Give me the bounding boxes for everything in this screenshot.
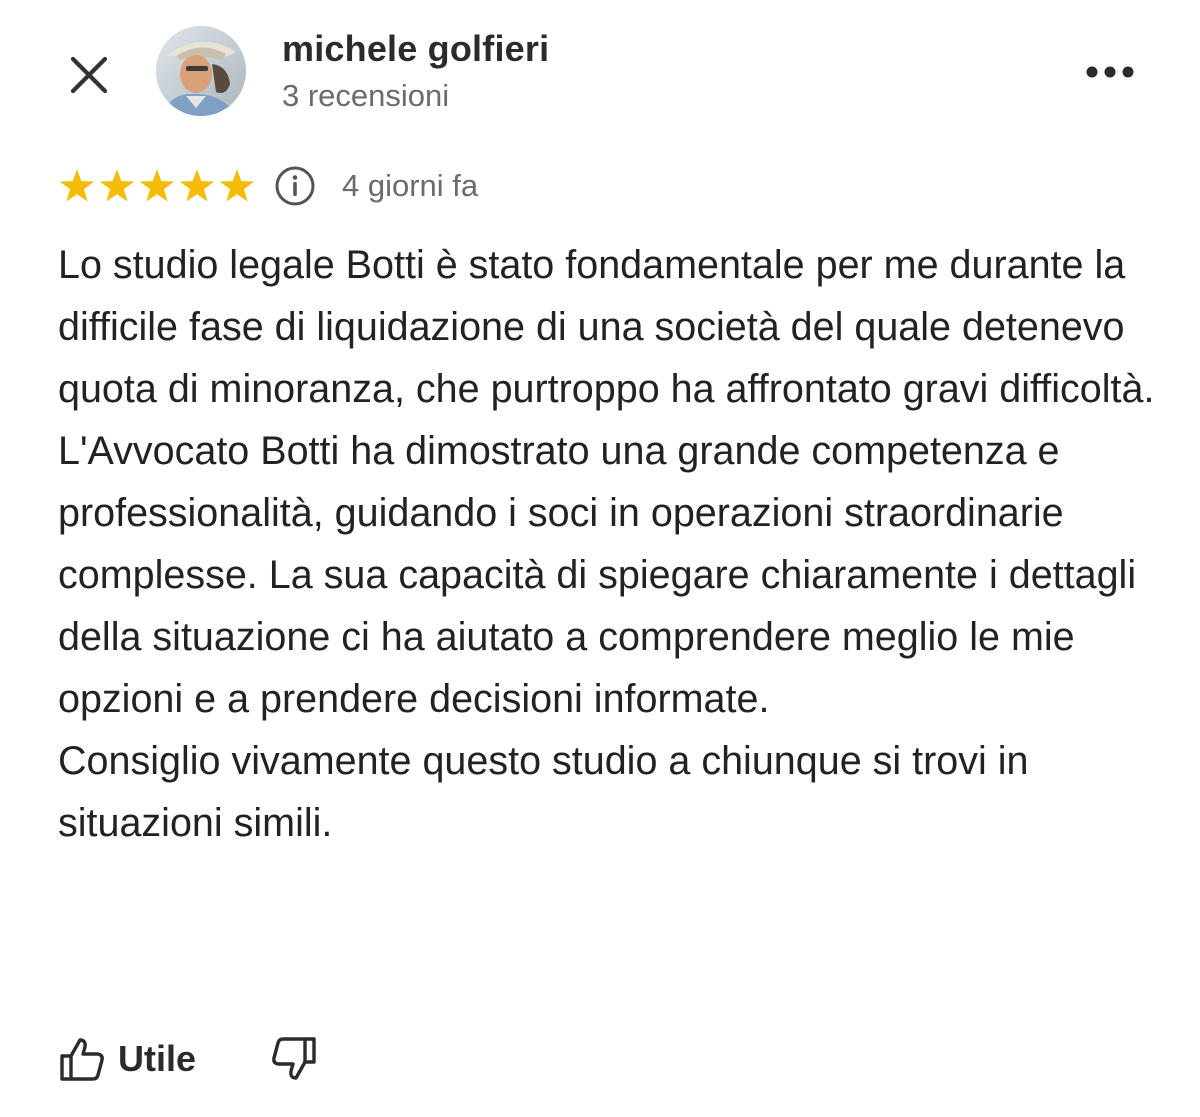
thumbs-up-icon (60, 1038, 104, 1081)
star-shape (99, 169, 135, 202)
review-paragraph: Lo studio legale Botti è stato fondament… (58, 243, 1155, 411)
star-icon (139, 169, 175, 202)
star-icon (99, 169, 135, 202)
info-icon (275, 166, 315, 206)
star-icon (59, 169, 95, 202)
more-horizontal-icon (1086, 66, 1134, 78)
star-shape (179, 169, 215, 202)
not-helpful-button[interactable] (270, 1035, 318, 1083)
star-icon (219, 169, 255, 202)
review-paragraph: L'Avvocato Botti ha dimostrato una grand… (58, 429, 1137, 721)
author-name[interactable]: michele golfieri (282, 28, 549, 70)
helpful-button[interactable]: Utile (58, 1035, 196, 1083)
avatar[interactable] (156, 26, 246, 116)
review-text: Lo studio legale Botti è stato fondament… (58, 234, 1168, 854)
review-date: 4 giorni fa (342, 168, 479, 203)
star-shape (59, 169, 95, 202)
avatar-photo (156, 26, 246, 116)
star-icon (179, 169, 215, 202)
review-actions: Utile (58, 1030, 318, 1088)
helpful-label: Utile (118, 1038, 197, 1079)
more-options-button[interactable] (1080, 54, 1140, 90)
author-review-count: 3 recensioni (282, 78, 450, 113)
star-shape (139, 169, 175, 202)
close-icon (70, 56, 108, 94)
info-button[interactable] (274, 165, 316, 207)
review-paragraph: Consiglio vivamente questo studio a chiu… (58, 739, 1029, 845)
star-rating (58, 167, 256, 205)
rating-row: 4 giorni fa (58, 162, 478, 210)
thumbs-down-icon (272, 1037, 316, 1080)
star-shape (219, 169, 255, 202)
close-button[interactable] (62, 48, 116, 102)
